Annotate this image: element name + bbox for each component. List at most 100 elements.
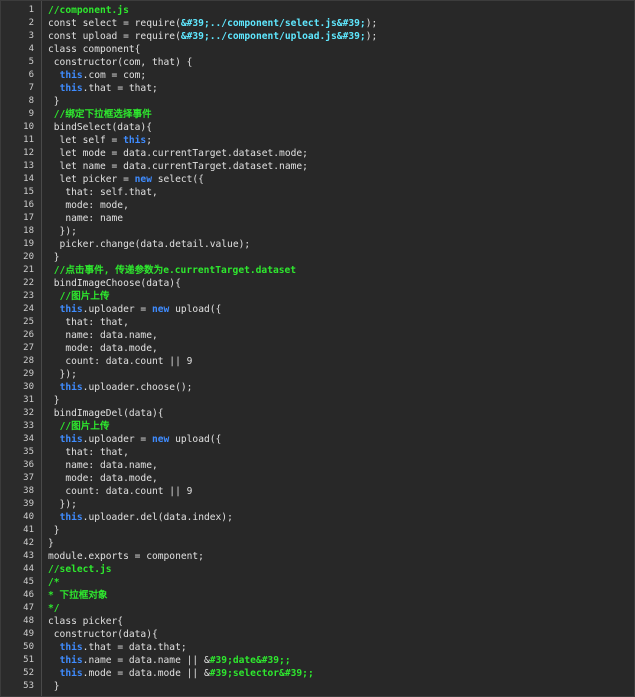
code-text: //图片上传 xyxy=(48,420,110,433)
code-line[interactable]: 9 //绑定下拉框选择事件 xyxy=(1,108,634,121)
code-text: //component.js xyxy=(48,4,129,17)
code-token: } xyxy=(48,681,60,692)
code-line[interactable]: 23 //图片上传 xyxy=(1,290,634,303)
code-line[interactable]: 7 this.that = that; xyxy=(1,82,634,95)
code-text: mode: mode, xyxy=(48,199,129,212)
code-text: constructor(data){ xyxy=(48,628,158,641)
line-number: 32 xyxy=(23,408,34,418)
code-line[interactable]: 40 this.uploader.del(data.index); xyxy=(1,511,634,524)
code-line[interactable]: 35 that: that, xyxy=(1,446,634,459)
code-line[interactable]: 17 name: name xyxy=(1,212,634,225)
line-number: 48 xyxy=(23,616,34,626)
code-line[interactable]: 12 let mode = data.currentTarget.dataset… xyxy=(1,147,634,160)
code-line[interactable]: 13 let name = data.currentTarget.dataset… xyxy=(1,160,634,173)
code-text: that: self.that, xyxy=(48,186,157,199)
code-text: mode: data.mode, xyxy=(48,472,157,485)
code-text: let self = this; xyxy=(48,134,152,147)
code-line[interactable]: 26 name: data.name, xyxy=(1,329,634,342)
code-line[interactable]: 30 this.uploader.choose(); xyxy=(1,381,634,394)
code-token: this xyxy=(59,434,83,445)
code-token: that: that, xyxy=(48,447,129,458)
code-token: new xyxy=(134,174,152,185)
code-line[interactable]: 16 mode: mode, xyxy=(1,199,634,212)
line-number: 22 xyxy=(23,278,34,288)
code-line[interactable]: 24 this.uploader = new upload({ xyxy=(1,303,634,316)
code-token: } xyxy=(48,525,60,536)
line-number: 20 xyxy=(23,252,34,262)
code-line[interactable]: 46 * 下拉框对象 xyxy=(1,589,634,602)
code-token: count: data.count || 9 xyxy=(48,356,193,367)
code-line[interactable]: 45 /* xyxy=(1,576,634,589)
code-token: this xyxy=(59,512,83,523)
code-text: this.mode = data.mode || &#39;selector&#… xyxy=(48,667,314,680)
code-line[interactable]: 34 this.uploader = new upload({ xyxy=(1,433,634,446)
code-line[interactable]: 44 //select.js xyxy=(1,563,634,576)
code-text: mode: data.mode, xyxy=(48,342,157,355)
code-line[interactable]: 1 //component.js xyxy=(1,4,634,17)
code-line[interactable]: 27 mode: data.mode, xyxy=(1,342,634,355)
code-line[interactable]: 8 } xyxy=(1,95,634,108)
code-line[interactable]: 6 this.com = com; xyxy=(1,69,634,82)
line-number: 38 xyxy=(23,486,34,496)
code-line[interactable]: 36 name: data.name, xyxy=(1,459,634,472)
code-line[interactable]: 53 } xyxy=(1,680,634,693)
code-line[interactable]: 51 this.name = data.name || &#39;date&#3… xyxy=(1,654,634,667)
code-line[interactable]: 19 picker.change(data.detail.value); xyxy=(1,238,634,251)
code-line[interactable]: 37 mode: data.mode, xyxy=(1,472,634,485)
code-line[interactable]: 38 count: data.count || 9 xyxy=(1,485,634,498)
code-text: } xyxy=(48,537,54,550)
line-number: 13 xyxy=(23,161,34,171)
code-line[interactable]: 22 bindImageChoose(data){ xyxy=(1,277,634,290)
code-line[interactable]: 48 class picker{ xyxy=(1,615,634,628)
code-line[interactable]: 47 */ xyxy=(1,602,634,615)
code-token: }); xyxy=(48,226,77,237)
line-number: 46 xyxy=(23,590,34,600)
code-line[interactable]: 3 const upload = require(&#39;../componen… xyxy=(1,30,634,43)
code-line[interactable]: 42} xyxy=(1,537,634,550)
code-token: ); xyxy=(365,18,378,29)
code-line[interactable]: 21 //点击事件, 传递参数为e.currentTarget.dataset xyxy=(1,264,634,277)
code-line[interactable]: 15 that: self.that, xyxy=(1,186,634,199)
line-number: 34 xyxy=(23,434,34,444)
code-text: //图片上传 xyxy=(48,290,110,303)
code-line[interactable]: 18 }); xyxy=(1,225,634,238)
code-line[interactable]: 4 class component{ xyxy=(1,43,634,56)
code-line[interactable]: 41 } xyxy=(1,524,634,537)
code-line[interactable]: 52 this.mode = data.mode || &#39;selecto… xyxy=(1,667,634,680)
code-line[interactable]: 50 this.that = data.that; xyxy=(1,641,634,654)
code-text: class component{ xyxy=(48,43,140,56)
code-token: //select.js xyxy=(48,564,112,575)
code-line[interactable]: 39 }); xyxy=(1,498,634,511)
code-line[interactable]: 25 that: that, xyxy=(1,316,634,329)
code-line[interactable]: 29 }); xyxy=(1,368,634,381)
code-token: constructor(data){ xyxy=(48,629,158,640)
code-text: bindSelect(data){ xyxy=(48,121,152,134)
code-line[interactable]: 33 //图片上传 xyxy=(1,420,634,433)
line-number: 15 xyxy=(23,187,34,197)
code-line[interactable]: 11 let self = this; xyxy=(1,134,634,147)
code-token: #39;selector&#39;; xyxy=(209,668,314,679)
code-text: constructor(com, that) { xyxy=(48,56,193,69)
code-line[interactable]: 2 const select = require(&#39;../componen… xyxy=(1,17,634,30)
code-line[interactable]: 31 } xyxy=(1,394,634,407)
code-line[interactable]: 14 let picker = new select({ xyxy=(1,173,634,186)
line-number: 18 xyxy=(23,226,34,236)
code-line[interactable]: 32 bindImageDel(data){ xyxy=(1,407,634,420)
code-token: .uploader = xyxy=(82,304,152,315)
code-line[interactable]: 49 constructor(data){ xyxy=(1,628,634,641)
code-line[interactable]: 20 } xyxy=(1,251,634,264)
code-text: module.exports = component; xyxy=(48,550,204,563)
line-number: 8 xyxy=(28,96,34,106)
code-text: this.uploader.choose(); xyxy=(48,381,193,394)
code-area[interactable]: 1//component.js 2 const select = require(&… xyxy=(1,4,634,693)
code-editor[interactable]: 1//component.js 2 const select = require(&… xyxy=(0,0,635,697)
code-token: .that = data.that; xyxy=(82,642,187,653)
code-line[interactable]: 28 count: data.count || 9 xyxy=(1,355,634,368)
code-line[interactable]: 5 constructor(com, that) { xyxy=(1,56,634,69)
code-line[interactable]: 43 module.exports = component; xyxy=(1,550,634,563)
line-number: 35 xyxy=(23,447,34,457)
code-token: bindImageChoose(data){ xyxy=(48,278,181,289)
code-token: constructor(com, that) { xyxy=(48,57,193,68)
code-text: bindImageDel(data){ xyxy=(48,407,164,420)
code-line[interactable]: 10 bindSelect(data){ xyxy=(1,121,634,134)
